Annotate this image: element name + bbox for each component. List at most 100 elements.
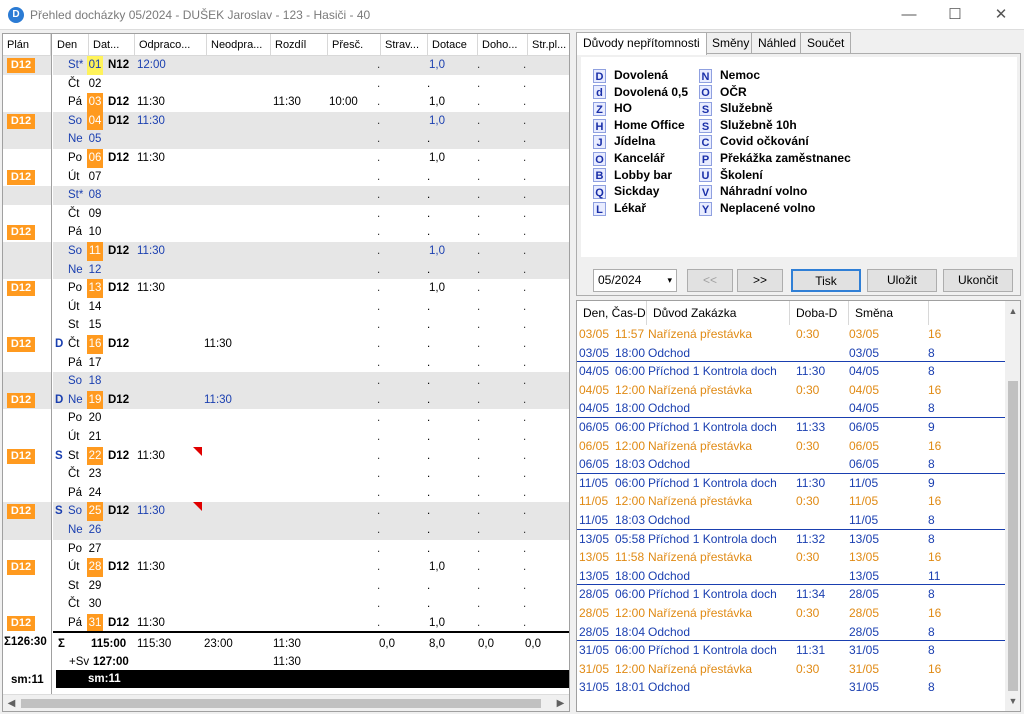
meal: . (377, 524, 381, 536)
maximize-button[interactable]: ☐ (932, 0, 978, 30)
vertical-scroll-thumb[interactable] (1008, 381, 1018, 691)
table-row[interactable]: Pá 31 D12 11:30. 1,0.. (53, 614, 569, 633)
day-name: St (68, 319, 79, 332)
event-row[interactable]: 04/05 18:00 Odchod 04/05 8 (577, 399, 1005, 418)
table-row[interactable]: Pá 17.... (53, 354, 569, 373)
vertical-scrollbar[interactable]: ▲ ▼ (1005, 301, 1020, 711)
event-date: 28/05 (579, 606, 610, 620)
date-number: 27 (88, 542, 102, 555)
table-row[interactable]: Pá 24.... (53, 484, 569, 503)
event-column-header[interactable]: Směna (849, 301, 929, 325)
horizontal-scroll-thumb[interactable] (21, 699, 541, 708)
event-row[interactable]: 06/05 06:00 Příchod 1 Kontrola doch 11:33 06… (577, 418, 1005, 437)
table-row[interactable]: Čt 02.... (53, 75, 569, 94)
event-row[interactable]: 31/05 18:01 Odchod 31/05 8 (577, 678, 1005, 697)
event-row[interactable]: 06/05 18:03 Odchod 06/05 8 (577, 455, 1005, 474)
tab-duvody[interactable]: Důvody nepřítomnosti (576, 32, 707, 55)
event-row[interactable]: 13/05 11:58 Nařízená přestávka 0:30 13/05 16 (577, 548, 1005, 567)
legend-item: Y Neplacené volno (699, 200, 815, 216)
table-row[interactable]: Ne 12.... (53, 260, 569, 280)
table-row[interactable]: So 11 D12 11:30. 1,0.. (53, 242, 569, 261)
table-row[interactable]: So 18.... (53, 372, 569, 391)
day-name: Pá (68, 226, 83, 239)
table-row[interactable]: St* 08.... (53, 186, 569, 205)
table-row[interactable]: Po 13 D12 11:30. 1,0.. (53, 279, 569, 298)
tab-smeny[interactable]: Směny (705, 32, 757, 54)
date-number: 16 (87, 335, 103, 354)
table-row[interactable]: So 04 D12 11:30. 1,0.. (53, 111, 569, 131)
table-row[interactable]: Čt 23.... (53, 465, 569, 484)
table-row[interactable]: St 15.... (53, 316, 569, 335)
month-select[interactable]: 05/2024 ▾ (593, 269, 677, 292)
event-time: 11:57 (615, 327, 645, 341)
event-row[interactable]: 03/05 18:00 Odchod 03/05 8 (577, 344, 1005, 363)
table-row[interactable]: S So 25 D12 11:30.... (53, 502, 569, 521)
event-row[interactable]: 11/05 06:00 Příchod 1 Kontrola doch 11:30 11… (577, 474, 1005, 493)
event-row[interactable]: 28/05 06:00 Příchod 1 Kontrola doch 11:34 28… (577, 585, 1005, 604)
table-row[interactable]: Út 07.... (53, 168, 569, 187)
event-time: 06:00 (615, 643, 646, 658)
table-row[interactable]: Čt 30.... (53, 595, 569, 614)
legend-key: S (699, 118, 712, 133)
event-row[interactable]: 11/05 18:03 Odchod 11/05 8 (577, 511, 1005, 530)
minimize-button[interactable]: — (886, 0, 932, 30)
horizontal-scrollbar[interactable]: ◀ ▶ (3, 694, 569, 711)
meal: . (377, 356, 381, 369)
event-column-header[interactable]: Důvod Zakázka (647, 301, 790, 325)
event-row[interactable]: 06/05 12:00 Nařízená přestávka 0:30 06/05 16 (577, 437, 1005, 456)
tab-soucet[interactable]: Součet (800, 32, 852, 54)
close-button[interactable]: ✕ (978, 0, 1024, 30)
event-row[interactable]: 13/05 05:58 Příchod 1 Kontrola doch 11:32 13… (577, 530, 1005, 549)
table-row[interactable]: Po 20.... (53, 409, 569, 428)
save-button[interactable]: Uložit (867, 269, 937, 292)
date-cell: 26 (87, 521, 103, 540)
table-row[interactable]: Út 28 D12 11:30. 1,0.. (53, 558, 569, 577)
tab-nahled[interactable]: Náhled (751, 32, 804, 54)
event-row[interactable]: 31/05 12:00 Nařízená přestávka 0:30 31/05 16 (577, 660, 1005, 679)
scroll-up-icon[interactable]: ▲ (1005, 303, 1020, 319)
table-row[interactable]: Pá 10.... (53, 223, 569, 242)
event-row[interactable]: 04/05 06:00 Příchod 1 Kontrola doch 11:30 04… (577, 362, 1005, 381)
event-row[interactable]: 11/05 12:00 Nařízená přestávka 0:30 11/05 16 (577, 492, 1005, 511)
event-time: 18:00 (615, 568, 646, 583)
table-row[interactable]: St* 01 N12 12:00. 1,0.. (53, 56, 569, 75)
table-row[interactable]: D Ne 19 D12 11:30.... (53, 390, 569, 410)
event-row[interactable]: 28/05 18:04 Odchod 28/05 8 (577, 623, 1005, 642)
title-bar: D Přehled docházky 05/2024 - DUŠEK Jaros… (0, 0, 1024, 30)
event-row[interactable]: 04/05 12:00 Nařízená přestávka 0:30 04/05 16 (577, 381, 1005, 400)
plan-badge: D12 (7, 169, 35, 185)
table-row[interactable]: D Čt 16 D12 11:30.... (53, 335, 569, 354)
event-n: 9 (928, 420, 935, 434)
day-name: Čt (68, 77, 80, 90)
event-column-header[interactable]: Den, Čas-D (577, 301, 647, 325)
event-column-header[interactable]: Doba-D (790, 301, 849, 325)
str-pl: . (523, 375, 527, 388)
table-row[interactable]: Po 06 D12 11:30. 1,0.. (53, 149, 569, 168)
table-row[interactable]: Út 14.... (53, 298, 569, 317)
scroll-left-icon[interactable]: ◀ (3, 695, 20, 711)
table-row[interactable]: Ne 26.... (53, 521, 569, 540)
table-row[interactable]: Čt 09.... (53, 205, 569, 224)
agreement: . (477, 617, 481, 629)
event-row[interactable]: 28/05 12:00 Nařízená přestávka 0:30 28/05 16 (577, 604, 1005, 623)
table-row[interactable]: Ne 05.... (53, 130, 569, 149)
scroll-right-icon[interactable]: ▶ (552, 695, 569, 711)
event-reason: Odchod (648, 457, 691, 472)
event-row[interactable]: 31/05 06:00 Příchod 1 Kontrola doch 11:31 31… (577, 641, 1005, 660)
table-row[interactable]: Po 27.... (53, 540, 569, 559)
table-row[interactable]: St 29.... (53, 577, 569, 596)
table-row[interactable]: Pá 03 D12 11:30 11:30 10:00. 1,0.. (53, 93, 569, 112)
table-row[interactable]: S St 22 D12 11:30.... (53, 446, 569, 466)
print-button[interactable]: Tisk (791, 269, 861, 292)
plan-badge: D12 (7, 560, 35, 576)
date-cell: 02 (87, 75, 103, 94)
prev-month-button[interactable]: << (687, 269, 733, 292)
event-row[interactable]: 03/05 11:57 Nařízená přestávka 0:30 03/05 16 (577, 325, 1005, 344)
table-row[interactable]: Út 21.... (53, 428, 569, 447)
event-row[interactable]: 13/05 18:00 Odchod 13/05 11 (577, 567, 1005, 586)
scroll-down-icon[interactable]: ▼ (1005, 693, 1020, 709)
subsidy: . (427, 524, 431, 536)
agreement: . (477, 245, 481, 257)
exit-button[interactable]: Ukončit (943, 269, 1013, 292)
next-month-button[interactable]: >> (737, 269, 783, 292)
